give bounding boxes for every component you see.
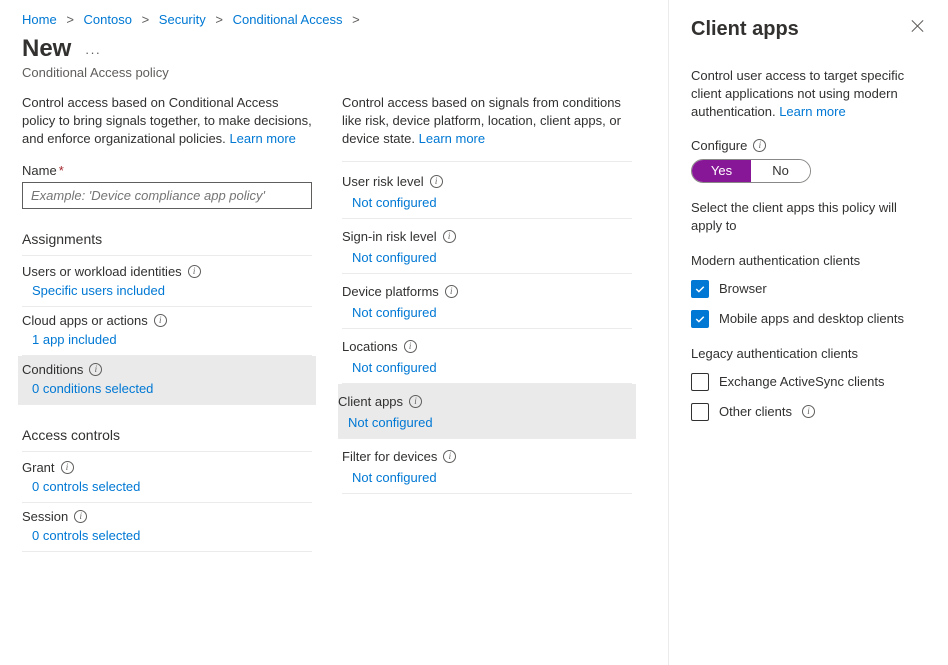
conditions-row[interactable]: Conditions 0 conditions selected bbox=[18, 356, 316, 405]
grant-row[interactable]: Grant 0 controls selected bbox=[22, 454, 312, 503]
modern-clients-header: Modern authentication clients bbox=[691, 253, 926, 268]
breadcrumb-security[interactable]: Security bbox=[159, 12, 206, 27]
learn-more-link[interactable]: Learn more bbox=[779, 104, 845, 119]
conditions-value[interactable]: 0 conditions selected bbox=[22, 377, 312, 402]
session-value[interactable]: 0 controls selected bbox=[22, 524, 312, 549]
mobile-apps-label: Mobile apps and desktop clients bbox=[719, 311, 904, 326]
more-icon[interactable]: ··· bbox=[85, 45, 101, 60]
breadcrumb-home[interactable]: Home bbox=[22, 12, 57, 27]
users-label: Users or workload identities bbox=[22, 264, 182, 279]
toggle-yes[interactable]: Yes bbox=[692, 160, 751, 182]
chevron-right-icon: > bbox=[66, 12, 74, 27]
eas-checkbox-row[interactable]: Exchange ActiveSync clients bbox=[691, 373, 926, 391]
cloud-apps-row[interactable]: Cloud apps or actions 1 app included bbox=[22, 307, 312, 356]
configure-label-text: Configure bbox=[691, 138, 747, 153]
locations-row[interactable]: Locations Not configured bbox=[342, 329, 632, 384]
info-icon[interactable] bbox=[445, 285, 458, 298]
filter-devices-value[interactable]: Not configured bbox=[342, 464, 632, 493]
info-icon[interactable] bbox=[404, 340, 417, 353]
locations-label: Locations bbox=[342, 339, 398, 354]
chevron-right-icon: > bbox=[142, 12, 150, 27]
locations-value[interactable]: Not configured bbox=[342, 354, 632, 383]
info-icon[interactable] bbox=[154, 314, 167, 327]
eas-label: Exchange ActiveSync clients bbox=[719, 374, 884, 389]
assignments-header: Assignments bbox=[22, 231, 312, 251]
page-title: New bbox=[22, 35, 71, 63]
breadcrumb-contoso[interactable]: Contoso bbox=[84, 12, 132, 27]
conditions-label: Conditions bbox=[22, 362, 83, 377]
signin-risk-value[interactable]: Not configured bbox=[342, 244, 632, 273]
chevron-right-icon: > bbox=[352, 12, 360, 27]
chevron-right-icon: > bbox=[215, 12, 223, 27]
breadcrumb-conditional-access[interactable]: Conditional Access bbox=[233, 12, 343, 27]
learn-more-link[interactable]: Learn more bbox=[419, 131, 485, 146]
device-platforms-row[interactable]: Device platforms Not configured bbox=[342, 274, 632, 329]
required-icon: * bbox=[59, 163, 64, 178]
checkbox-icon[interactable] bbox=[691, 280, 709, 298]
other-clients-label: Other clients bbox=[719, 404, 792, 419]
info-icon[interactable] bbox=[74, 510, 87, 523]
close-icon[interactable] bbox=[910, 18, 926, 34]
filter-devices-row[interactable]: Filter for devices Not configured bbox=[342, 439, 632, 494]
checkbox-icon[interactable] bbox=[691, 310, 709, 328]
session-label: Session bbox=[22, 509, 68, 524]
filter-devices-label: Filter for devices bbox=[342, 449, 437, 464]
signin-risk-row[interactable]: Sign-in risk level Not configured bbox=[342, 219, 632, 274]
users-row[interactable]: Users or workload identities Specific us… bbox=[22, 258, 312, 307]
policy-intro: Control access based on Conditional Acce… bbox=[22, 94, 312, 149]
info-icon[interactable] bbox=[802, 405, 815, 418]
cloud-apps-label: Cloud apps or actions bbox=[22, 313, 148, 328]
info-icon[interactable] bbox=[409, 395, 422, 408]
mobile-apps-checkbox-row[interactable]: Mobile apps and desktop clients bbox=[691, 310, 926, 328]
conditions-intro: Control access based on signals from con… bbox=[342, 94, 632, 149]
checkbox-icon[interactable] bbox=[691, 373, 709, 391]
browser-label: Browser bbox=[719, 281, 767, 296]
configure-toggle[interactable]: Yes No bbox=[691, 159, 811, 183]
user-risk-row[interactable]: User risk level Not configured bbox=[342, 164, 632, 219]
client-apps-label: Client apps bbox=[338, 394, 403, 409]
client-apps-panel: Client apps Control user access to targe… bbox=[668, 0, 948, 665]
conditions-column: Control access based on signals from con… bbox=[342, 94, 632, 552]
policy-column: Control access based on Conditional Acce… bbox=[22, 94, 312, 552]
info-icon[interactable] bbox=[89, 363, 102, 376]
user-risk-label: User risk level bbox=[342, 174, 424, 189]
toggle-no[interactable]: No bbox=[751, 160, 810, 182]
learn-more-link[interactable]: Learn more bbox=[229, 131, 295, 146]
signin-risk-label: Sign-in risk level bbox=[342, 229, 437, 244]
other-clients-checkbox-row[interactable]: Other clients bbox=[691, 403, 926, 421]
panel-intro: Control user access to target specific c… bbox=[691, 67, 926, 122]
configure-label: Configure bbox=[691, 138, 926, 153]
users-value[interactable]: Specific users included bbox=[22, 279, 312, 304]
grant-label: Grant bbox=[22, 460, 55, 475]
panel-title: Client apps bbox=[691, 18, 799, 41]
client-apps-row[interactable]: Client apps Not configured bbox=[338, 384, 636, 439]
info-icon[interactable] bbox=[61, 461, 74, 474]
access-controls-header: Access controls bbox=[22, 427, 312, 447]
browser-checkbox-row[interactable]: Browser bbox=[691, 280, 926, 298]
checkbox-icon[interactable] bbox=[691, 403, 709, 421]
info-icon[interactable] bbox=[188, 265, 201, 278]
name-label-text: Name bbox=[22, 163, 57, 178]
info-icon[interactable] bbox=[443, 230, 456, 243]
info-icon[interactable] bbox=[753, 139, 766, 152]
client-apps-value[interactable]: Not configured bbox=[338, 409, 636, 438]
info-icon[interactable] bbox=[430, 175, 443, 188]
select-apps-text: Select the client apps this policy will … bbox=[691, 199, 926, 235]
name-label: Name* bbox=[22, 163, 312, 178]
info-icon[interactable] bbox=[443, 450, 456, 463]
device-platforms-label: Device platforms bbox=[342, 284, 439, 299]
cloud-apps-value[interactable]: 1 app included bbox=[22, 328, 312, 353]
grant-value[interactable]: 0 controls selected bbox=[22, 475, 312, 500]
user-risk-value[interactable]: Not configured bbox=[342, 189, 632, 218]
legacy-clients-header: Legacy authentication clients bbox=[691, 346, 926, 361]
session-row[interactable]: Session 0 controls selected bbox=[22, 503, 312, 552]
name-input[interactable] bbox=[22, 182, 312, 209]
device-platforms-value[interactable]: Not configured bbox=[342, 299, 632, 328]
